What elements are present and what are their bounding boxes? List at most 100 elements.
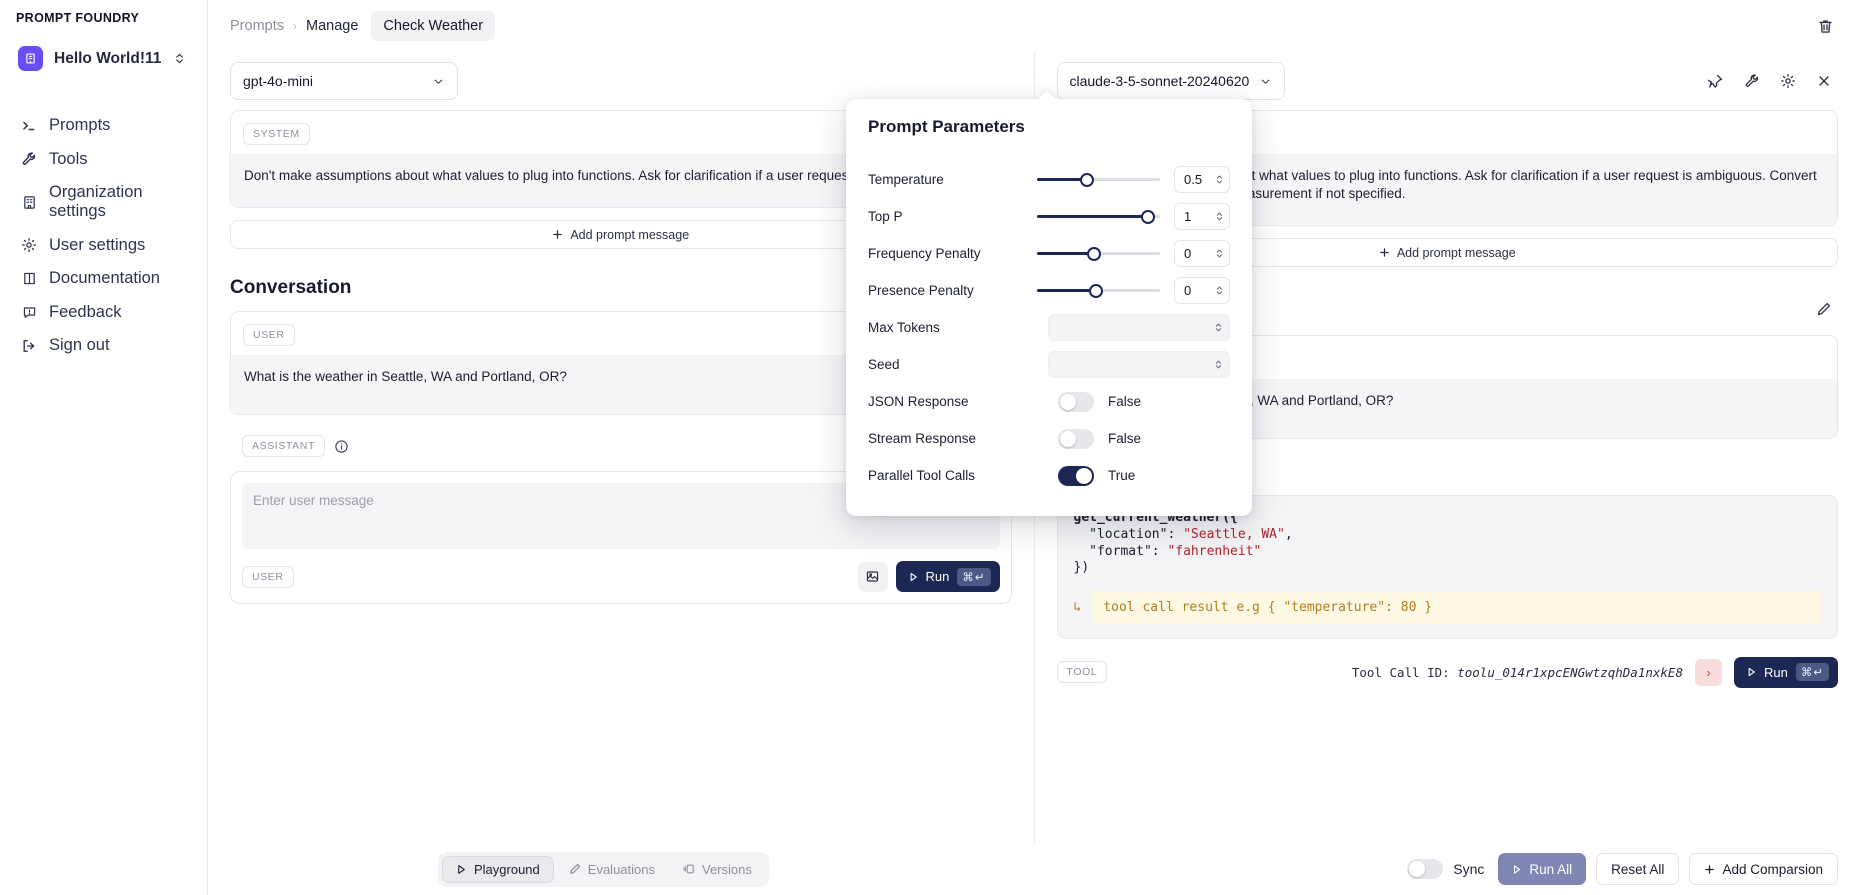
pencil-icon (569, 863, 581, 875)
sidebar-item-documentation[interactable]: Documentation (16, 266, 191, 291)
chevron-down-icon (432, 75, 445, 88)
run-all-button[interactable]: Run All (1498, 853, 1587, 885)
info-icon[interactable] (334, 439, 349, 454)
tab-versions[interactable]: Versions (670, 857, 765, 882)
breadcrumb-manage[interactable]: Manage (306, 18, 358, 34)
sidebar-item-tools[interactable]: Tools (16, 147, 191, 172)
slider-fill (1037, 252, 1094, 255)
presence-penalty-number-input[interactable]: 0 (1174, 277, 1230, 304)
top-p-value: 1 (1184, 209, 1192, 224)
slider-thumb[interactable] (1080, 172, 1095, 187)
breadcrumb-prompts[interactable]: Prompts (230, 18, 284, 34)
seed-number-input[interactable] (1048, 351, 1230, 378)
plus-icon (1704, 864, 1715, 875)
model-select-left[interactable]: gpt-4o-mini (230, 62, 458, 100)
top-p-number-input[interactable]: 1 (1174, 203, 1230, 230)
tools-icon-right[interactable] (1738, 67, 1766, 95)
param-label-stream-response: Stream Response (868, 431, 977, 446)
org-switcher[interactable]: Hello World!11 (16, 42, 191, 75)
model-select-right[interactable]: claude-3-5-sonnet-20240620 (1056, 62, 1285, 100)
topbar: Prompts › Manage Check Weather (208, 0, 1860, 52)
sync-toggle[interactable] (1407, 859, 1444, 879)
slider-thumb[interactable] (1089, 283, 1104, 298)
stepper-icon[interactable] (1215, 173, 1224, 186)
param-row-max-tokens: Max Tokens (868, 309, 1230, 346)
delete-prompt-icon[interactable] (1813, 14, 1838, 39)
sidebar-item-feedback[interactable]: Feedback (16, 300, 191, 325)
view-tabs: Playground Evaluations Versions (438, 851, 769, 887)
terminal-icon (20, 117, 38, 135)
presence-penalty-slider[interactable] (1037, 283, 1160, 299)
play-icon (1512, 864, 1522, 875)
tool-call-arg-format-value: "fahrenheit" (1167, 543, 1262, 559)
sidebar-item-prompts[interactable]: Prompts (16, 113, 191, 138)
sidebar-item-user-settings[interactable]: User settings (16, 233, 191, 258)
stream-response-toggle[interactable] (1058, 428, 1094, 449)
max-tokens-number-input[interactable] (1048, 314, 1230, 341)
prompt-parameters-popover: Prompt Parameters Temperature 0.5 Top P … (846, 90, 1252, 516)
composer-role-tag-left[interactable]: USER (242, 565, 294, 588)
stepper-icon[interactable] (1214, 321, 1223, 334)
stepper-icon[interactable] (1215, 284, 1224, 297)
expand-tool-call-icon[interactable]: › (1695, 658, 1722, 686)
sidebar-item-organization-settings[interactable]: Organization settings (16, 180, 191, 224)
pin-icon-right[interactable] (1702, 67, 1730, 95)
close-column-icon-right[interactable] (1810, 67, 1838, 95)
param-label-max-tokens: Max Tokens (868, 320, 940, 335)
message-icon (20, 303, 38, 321)
logout-icon (20, 337, 38, 355)
run-all-label: Run All (1529, 861, 1573, 877)
slider-fill (1037, 289, 1097, 292)
top-p-slider[interactable] (1037, 209, 1160, 225)
edit-conversation-icon[interactable] (1810, 295, 1838, 323)
tab-playground[interactable]: Playground (442, 855, 554, 883)
stepper-icon[interactable] (1215, 210, 1224, 223)
tool-call-arg-format-key: "format" (1089, 543, 1152, 559)
sidebar: PROMPT FOUNDRY Hello World!11 Prompts To… (0, 0, 208, 895)
param-label-temperature: Temperature (868, 172, 944, 187)
parallel-tool-calls-toggle[interactable] (1058, 465, 1094, 486)
param-label-json-response: JSON Response (868, 394, 969, 409)
slider-thumb[interactable] (1140, 209, 1155, 224)
role-tag-tool[interactable]: TOOL (1056, 661, 1108, 684)
toggle-knob (1060, 393, 1076, 410)
tool-footer-row-right: TOOL Tool Call ID: toolu_014r1xpcENGwtzq… (1056, 656, 1838, 688)
param-row-frequency-penalty: Frequency Penalty 0 (868, 235, 1230, 272)
run-button-right[interactable]: Run ⌘↵ (1734, 656, 1838, 688)
app-root: PROMPT FOUNDRY Hello World!11 Prompts To… (0, 0, 1860, 895)
tab-versions-label: Versions (702, 861, 752, 877)
frequency-penalty-number-input[interactable]: 0 (1174, 240, 1230, 267)
image-attach-icon-left[interactable] (857, 561, 888, 592)
frequency-penalty-value: 0 (1184, 246, 1192, 261)
sidebar-item-label: Documentation (49, 269, 160, 287)
prompt-parameters-gear-icon-right[interactable] (1774, 67, 1802, 95)
param-row-top-p: Top P 1 (868, 198, 1230, 235)
run-button-left[interactable]: Run ⌘↵ (895, 561, 1000, 593)
org-name: Hello World!11 (54, 49, 162, 67)
chevron-updown-icon (174, 51, 185, 66)
stepper-icon[interactable] (1215, 247, 1224, 260)
param-label-parallel-tool-calls: Parallel Tool Calls (868, 468, 976, 483)
tool-call-close-brace: }) (1073, 560, 1090, 576)
add-comparison-button[interactable]: Add Comparsion (1689, 853, 1838, 885)
toggle-knob (1060, 430, 1076, 447)
app-brand: PROMPT FOUNDRY (16, 11, 140, 25)
tool-call-arg-location-key: "location" (1089, 527, 1168, 543)
toggle-knob (1076, 467, 1092, 484)
temperature-slider[interactable] (1037, 172, 1160, 188)
reset-all-button[interactable]: Reset All (1596, 853, 1680, 885)
param-label-seed: Seed (868, 357, 900, 372)
sidebar-item-label: Organization settings (49, 183, 143, 220)
parallel-tool-calls-value: True (1108, 468, 1136, 483)
presence-penalty-value: 0 (1184, 283, 1192, 298)
stepper-icon[interactable] (1214, 358, 1223, 371)
json-response-toggle[interactable] (1058, 391, 1094, 412)
play-icon (456, 864, 467, 875)
breadcrumb-current-prompt[interactable]: Check Weather (371, 11, 496, 41)
frequency-penalty-slider[interactable] (1037, 246, 1160, 262)
sidebar-item-sign-out[interactable]: Sign out (16, 333, 191, 358)
temperature-number-input[interactable]: 0.5 (1174, 166, 1230, 193)
tool-call-result-input[interactable]: tool call result e.g { "temperature": 80… (1091, 590, 1821, 624)
tab-evaluations[interactable]: Evaluations (556, 857, 668, 882)
slider-thumb[interactable] (1086, 246, 1101, 261)
